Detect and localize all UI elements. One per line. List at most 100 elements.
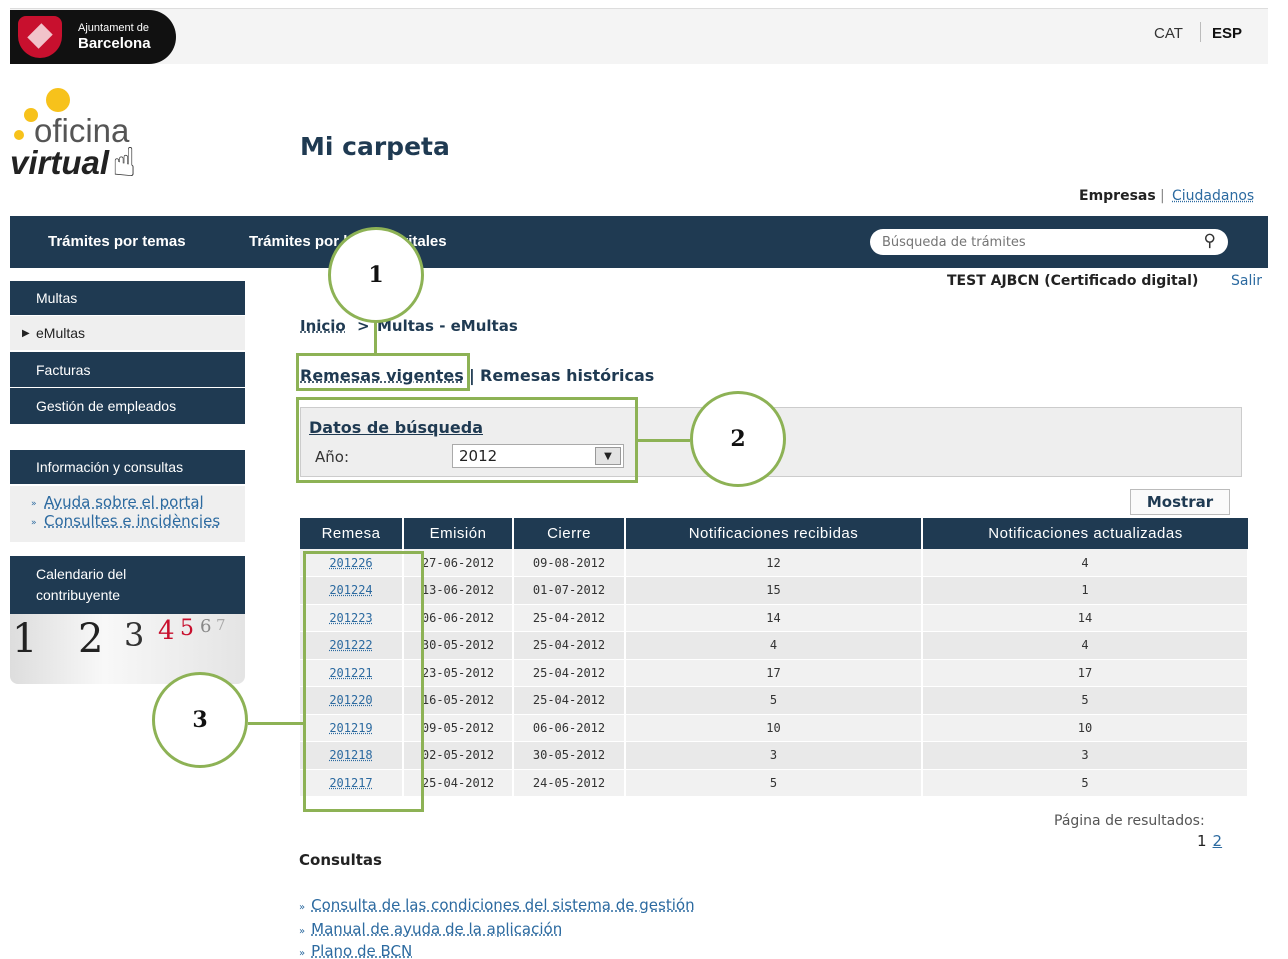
calendar-digit: 7 bbox=[216, 616, 226, 634]
actualizadas-cell: 17 bbox=[922, 659, 1249, 687]
search-box: ⚲ bbox=[870, 229, 1228, 255]
consulta-link-plano[interactable]: » Plano de BCN bbox=[299, 942, 412, 959]
pagination-label: Página de resultados: bbox=[1054, 813, 1205, 829]
col-cierre[interactable]: Cierre bbox=[513, 518, 626, 549]
annotation-marker-2: 2 bbox=[690, 391, 786, 487]
calendar-title-1: Calendario del bbox=[36, 566, 127, 582]
consulta-link-manual[interactable]: » Manual de ayuda de la aplicación bbox=[299, 920, 562, 938]
audience-divider: | bbox=[1160, 188, 1165, 204]
calendar-box[interactable]: Calendario del contribuyente bbox=[10, 556, 245, 614]
pointing-hand-icon: ☝ bbox=[112, 140, 137, 186]
annotation-connector bbox=[374, 320, 377, 354]
table-row: 201222 30-05-2012 25-04-2012 4 4 bbox=[300, 631, 1249, 660]
sidebar-item-empleados[interactable]: Gestión de empleados bbox=[10, 388, 245, 424]
consultas-heading: Consultas bbox=[299, 851, 382, 869]
lang-divider bbox=[1200, 22, 1201, 42]
calendar-digit: 3 bbox=[124, 616, 145, 654]
top-bar bbox=[10, 8, 1268, 64]
actualizadas-cell: 10 bbox=[922, 714, 1249, 742]
calendar-digit: 6 bbox=[200, 616, 212, 637]
bullet-icon: » bbox=[31, 518, 37, 528]
actualizadas-cell: 5 bbox=[922, 686, 1249, 715]
cierre-cell: 09-08-2012 bbox=[513, 549, 626, 577]
brand-dot bbox=[46, 88, 70, 112]
logo-line-1: Ajuntament de bbox=[78, 22, 149, 34]
calendar-digit: 1 bbox=[12, 616, 38, 662]
annotation-box-1 bbox=[296, 353, 470, 391]
cierre-cell: 06-06-2012 bbox=[513, 714, 626, 742]
ajuntament-logo[interactable]: Ajuntament de Barcelona bbox=[10, 10, 176, 64]
table-row: 201220 16-05-2012 25-04-2012 5 5 bbox=[300, 686, 1249, 715]
consulta-link-condiciones[interactable]: » Consulta de las condiciones del sistema… bbox=[299, 896, 695, 914]
table-row: 201219 09-05-2012 06-06-2012 10 10 bbox=[300, 714, 1249, 742]
logout-link[interactable]: Salir bbox=[1231, 273, 1262, 289]
remesas-table: Remesa Emisión Cierre Notificaciones rec… bbox=[300, 518, 1249, 797]
table-row: 201224 13-06-2012 01-07-2012 15 1 bbox=[300, 576, 1249, 605]
caret-right-icon: ▶ bbox=[22, 327, 30, 339]
calendar-digit: 2 bbox=[78, 616, 104, 662]
cierre-cell: 01-07-2012 bbox=[513, 576, 626, 605]
annotation-box-2 bbox=[296, 397, 638, 483]
sidebar-info-links: » Ayuda sobre el portal » Consultes e in… bbox=[10, 486, 245, 542]
mostrar-button[interactable]: Mostrar bbox=[1130, 489, 1230, 515]
annotation-connector bbox=[248, 722, 303, 725]
page-2-link[interactable]: 2 bbox=[1213, 832, 1223, 850]
recibidas-cell: 4 bbox=[625, 631, 923, 660]
lang-cat-link[interactable]: CAT bbox=[1154, 25, 1183, 42]
cierre-cell: 25-04-2012 bbox=[513, 631, 626, 660]
col-emision[interactable]: Emisión bbox=[403, 518, 514, 549]
actualizadas-cell: 1 bbox=[922, 576, 1249, 605]
cierre-cell: 25-04-2012 bbox=[513, 686, 626, 715]
bullet-icon: » bbox=[299, 948, 306, 959]
sidebar-item-label: Gestión de empleados bbox=[36, 398, 177, 414]
consultes-incidencies-link[interactable]: Consultes e incidències bbox=[44, 512, 220, 530]
logo-line-2: Barcelona bbox=[78, 35, 151, 52]
recibidas-cell: 5 bbox=[625, 686, 923, 715]
table-row: 201226 27-06-2012 09-08-2012 12 4 bbox=[300, 549, 1249, 577]
cierre-cell: 25-04-2012 bbox=[513, 604, 626, 632]
recibidas-cell: 17 bbox=[625, 659, 923, 687]
lang-esp-link[interactable]: ESP bbox=[1212, 25, 1242, 42]
barcelona-shield-icon bbox=[18, 16, 62, 58]
sidebar-item-facturas[interactable]: Facturas bbox=[10, 352, 245, 387]
table-row: 201217 25-04-2012 24-05-2012 5 5 bbox=[300, 769, 1249, 797]
ciudadanos-link[interactable]: Ciudadanos bbox=[1172, 188, 1254, 204]
brand-dot bbox=[14, 130, 24, 140]
annotation-marker-3: 3 bbox=[152, 672, 248, 768]
search-icon[interactable]: ⚲ bbox=[1204, 231, 1216, 251]
col-remesa[interactable]: Remesa bbox=[300, 518, 404, 549]
calendar-digit: 4 bbox=[158, 616, 175, 646]
page-1: 1 bbox=[1197, 832, 1207, 850]
annotation-marker-1: 1 bbox=[328, 227, 424, 323]
tab-remesas-historicas[interactable]: Remesas históricas bbox=[480, 366, 654, 385]
sidebar-info-header: Información y consultas bbox=[10, 450, 245, 484]
recibidas-cell: 3 bbox=[625, 741, 923, 770]
pagination: 12 bbox=[1197, 832, 1222, 850]
brand-line-2: virtual bbox=[10, 144, 110, 181]
table-row: 201218 02-05-2012 30-05-2012 3 3 bbox=[300, 741, 1249, 770]
col-recibidas[interactable]: Notificaciones recibidas bbox=[625, 518, 923, 549]
sidebar-item-emultas[interactable]: ▶ eMultas bbox=[10, 316, 245, 350]
table-header-row: Remesa Emisión Cierre Notificaciones rec… bbox=[300, 518, 1248, 549]
recibidas-cell: 14 bbox=[625, 604, 923, 632]
ayuda-portal-link[interactable]: Ayuda sobre el portal bbox=[44, 493, 204, 511]
empresas-link[interactable]: Empresas bbox=[1079, 188, 1156, 204]
consulta-link-label: Manual de ayuda de la aplicación bbox=[311, 920, 563, 938]
consulta-link-label: Plano de BCN bbox=[311, 942, 413, 959]
actualizadas-cell: 5 bbox=[922, 769, 1249, 797]
nav-tramites-temas[interactable]: Trámites por temas bbox=[48, 233, 186, 250]
col-actualizadas[interactable]: Notificaciones actualizadas bbox=[922, 518, 1248, 549]
user-name: TEST AJBCN (Certificado digital) bbox=[947, 273, 1199, 289]
annotation-box-3 bbox=[303, 551, 424, 812]
sidebar-item-label: eMultas bbox=[36, 325, 86, 341]
sidebar-item-multas[interactable]: Multas bbox=[10, 281, 245, 315]
search-input[interactable] bbox=[882, 233, 1182, 251]
consulta-link-label: Consulta de las condiciones del sistema … bbox=[311, 896, 695, 914]
actualizadas-cell: 3 bbox=[922, 741, 1249, 770]
breadcrumb-home[interactable]: Inicio bbox=[300, 317, 346, 335]
sidebar-info-title: Información y consultas bbox=[36, 459, 184, 475]
sidebar-item-label: Multas bbox=[36, 290, 78, 306]
recibidas-cell: 10 bbox=[625, 714, 923, 742]
cierre-cell: 30-05-2012 bbox=[513, 741, 626, 770]
bullet-icon: » bbox=[299, 926, 306, 937]
